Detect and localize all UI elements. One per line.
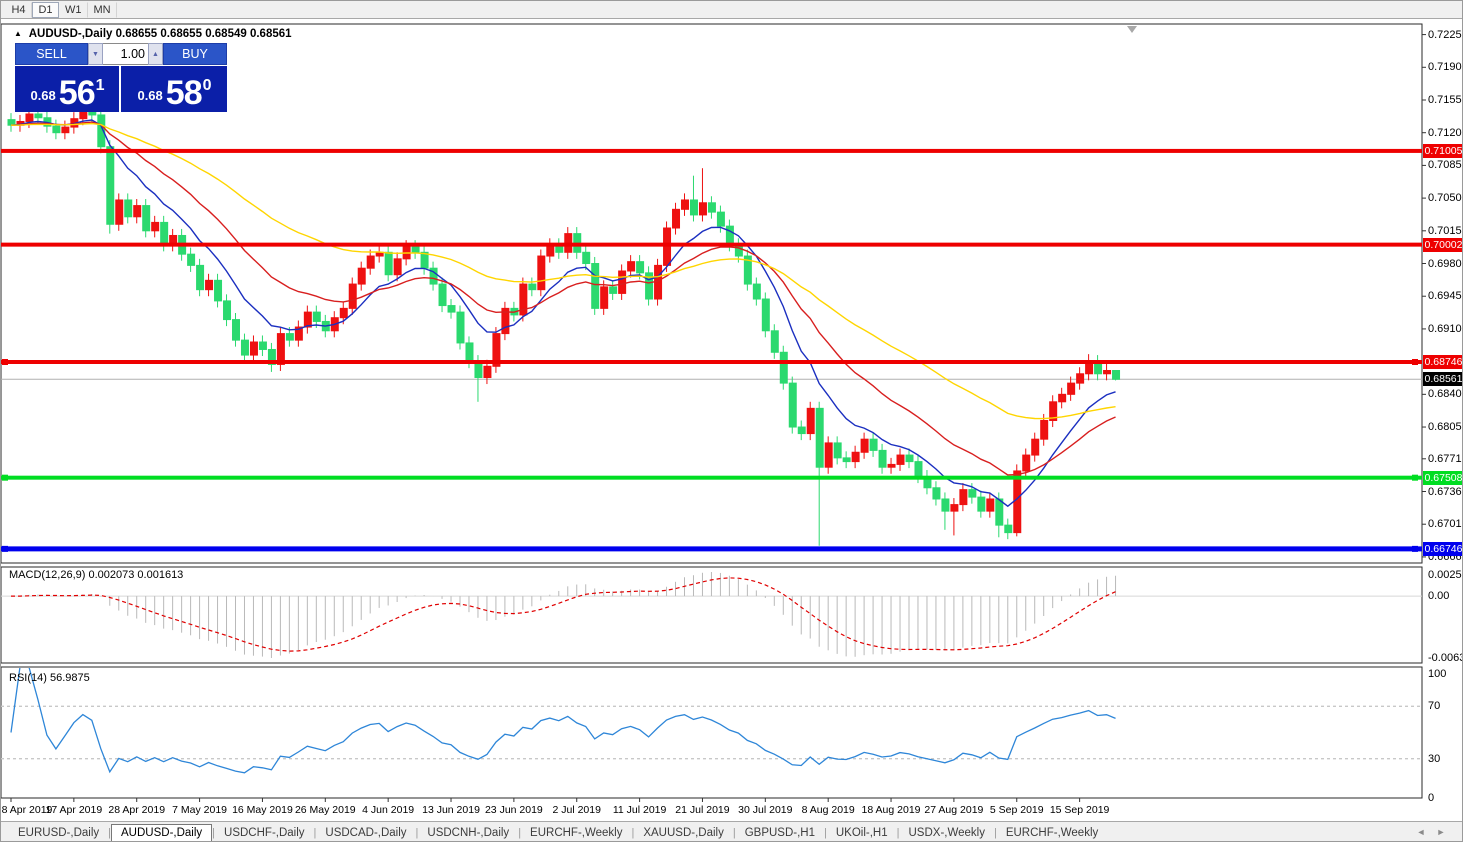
chart-tab-UKOil-H1[interactable]: UKOil-,H1 xyxy=(827,825,897,841)
chart-tab-XAUUSD-Daily[interactable]: XAUUSD-,Daily xyxy=(634,825,733,841)
chart-tab-EURCHF-Weekly[interactable]: EURCHF-,Weekly xyxy=(521,825,631,841)
chart-canvas[interactable] xyxy=(1,20,1463,820)
buy-price-big: 58 xyxy=(165,74,203,112)
chart-window[interactable]: 0.722500.719000.715500.712000.708500.705… xyxy=(1,20,1463,820)
buy-price-button[interactable]: 0.68 58 0 xyxy=(121,66,227,112)
chart-tab-USDCAD-Daily[interactable]: USDCAD-,Daily xyxy=(316,825,415,841)
level-line-0.67508 xyxy=(1,475,1422,480)
ohlc-low: 0.68549 xyxy=(205,28,247,40)
volume-up-icon[interactable]: ▲ xyxy=(148,43,163,65)
timeframe-button-D1[interactable]: D1 xyxy=(32,1,59,18)
sell-price-sup: 1 xyxy=(95,77,105,94)
level-line-0.66746 xyxy=(1,546,1422,552)
chart-tab-USDCNH-Daily[interactable]: USDCNH-,Daily xyxy=(418,825,518,841)
buy-price-sup: 0 xyxy=(202,77,212,94)
timeframe-toolbar: H4 D1 W1 MN xyxy=(1,1,1462,19)
chart-title: ▲ AUDUSD-,Daily 0.68655 0.68655 0.68549 … xyxy=(14,28,292,40)
macd-label: MACD(12,26,9) 0.002073 0.001613 xyxy=(9,569,184,581)
ohlc-open: 0.68655 xyxy=(115,28,158,40)
tabs-scroll-left-icon[interactable]: ◄ xyxy=(1416,826,1426,838)
timeframe-button-W1[interactable]: W1 xyxy=(59,1,88,18)
ohlc-high: 0.68655 xyxy=(160,28,202,40)
collapse-triangle-icon[interactable]: ▲ xyxy=(14,29,22,38)
volume-input[interactable] xyxy=(103,43,148,65)
level-line-0.71005 xyxy=(1,148,1422,153)
chart-tabs-bar: EURUSD-,Daily | AUDUSD-,Daily | USDCHF-,Dail… xyxy=(1,821,1462,841)
auto-scroll-marker-icon[interactable] xyxy=(1127,26,1137,33)
level-line-0.70002 xyxy=(1,242,1422,247)
volume-down-icon[interactable]: ▼ xyxy=(88,43,103,65)
mt4-window: H4D1W1MN 0.722500.719000.715500.712000.7… xyxy=(0,0,1463,842)
volume-spinner: ▼ ▲ xyxy=(88,43,163,65)
timeframe-button-MN[interactable]: MN xyxy=(88,1,117,18)
rsi-label: RSI(14) 56.9875 xyxy=(9,672,90,684)
level-line-0.68746 xyxy=(1,360,1422,364)
chart-tab-EURCHF-Weekly[interactable]: EURCHF-,Weekly xyxy=(997,825,1107,841)
buy-button[interactable]: BUY xyxy=(163,43,227,65)
one-click-trading-panel: SELL ▼ ▲ BUY 0.68 56 1 0.68 58 0 xyxy=(15,43,227,112)
buy-price-small: 0.68 xyxy=(137,88,163,103)
sell-price-button[interactable]: 0.68 56 1 xyxy=(15,66,119,112)
chart-tab-EURUSD-Daily[interactable]: EURUSD-,Daily xyxy=(9,825,108,841)
timeframe-button-H4[interactable]: H4 xyxy=(5,1,32,18)
chart-tab-USDX-Weekly[interactable]: USDX-,Weekly xyxy=(900,825,994,841)
chart-tab-AUDUSD-Daily[interactable]: AUDUSD-,Daily xyxy=(111,823,213,841)
symbol-period-label: AUDUSD-,Daily xyxy=(28,28,113,40)
pane-frame-2 xyxy=(1,666,1423,799)
sell-button[interactable]: SELL xyxy=(15,43,88,65)
sell-price-small: 0.68 xyxy=(30,88,56,103)
tabs-scroll-right-icon[interactable]: ► xyxy=(1436,826,1446,838)
ohlc-close: 0.68561 xyxy=(249,28,292,40)
chart-tab-GBPUSD-H1[interactable]: GBPUSD-,H1 xyxy=(736,825,824,841)
sell-price-big: 56 xyxy=(58,74,96,112)
chart-tab-USDCHF-Daily[interactable]: USDCHF-,Daily xyxy=(215,825,314,841)
